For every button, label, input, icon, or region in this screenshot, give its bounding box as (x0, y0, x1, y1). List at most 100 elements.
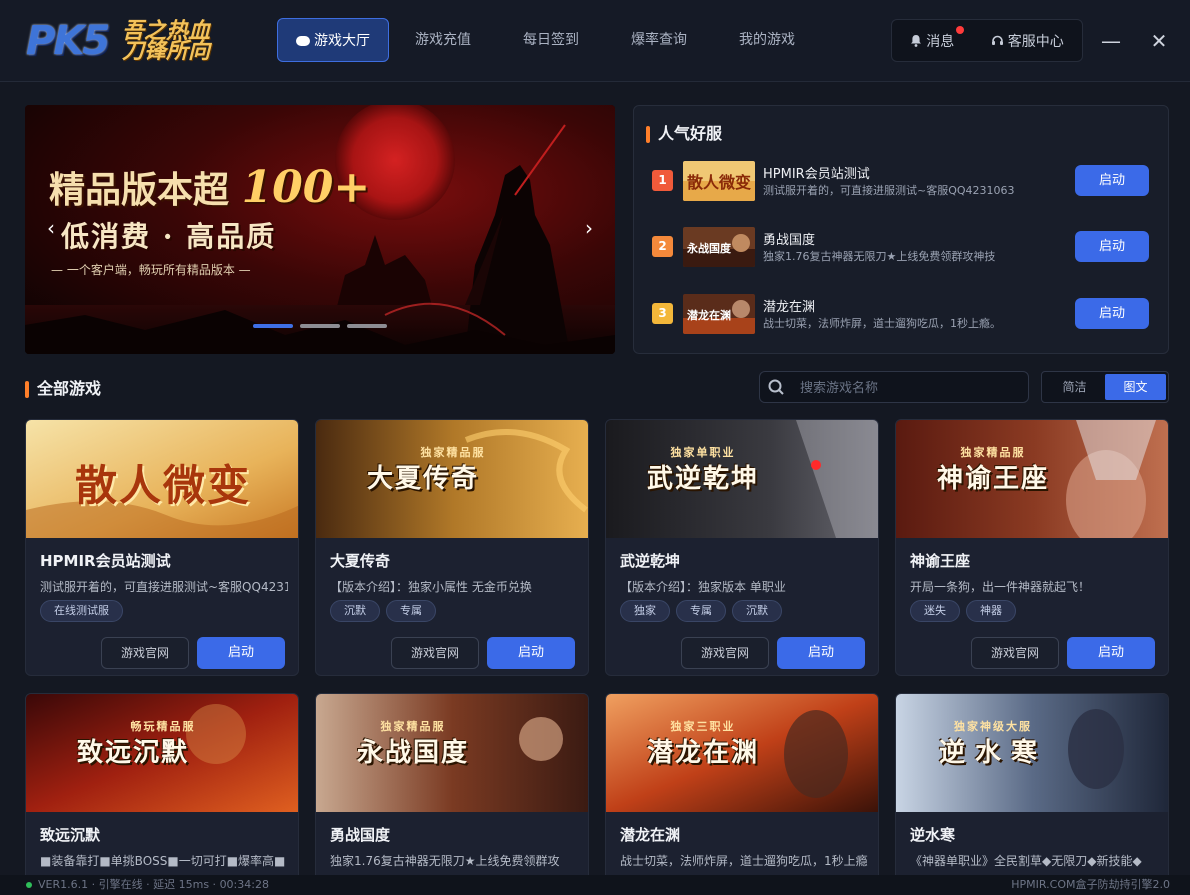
banner-headline: 精品版本超 100+ (49, 161, 370, 213)
thumb-art: 散人微变 (683, 161, 755, 201)
status-engine: 引擎在线 (98, 878, 143, 891)
view-simple-option[interactable]: 简洁 (1044, 374, 1105, 400)
unread-badge (956, 26, 964, 34)
section-marker (646, 126, 650, 143)
cover-title: 潜龙在渊 (646, 738, 759, 768)
game-cover[interactable]: 独家精品服 大夏传奇 (316, 420, 588, 538)
game-tag: 独家 (620, 600, 670, 622)
game-name: 潜龙在渊 (620, 826, 681, 844)
all-games-title-text: 全部游戏 (37, 379, 102, 398)
banner-dot[interactable] (300, 324, 340, 328)
status-latency: 延迟 15ms (153, 878, 210, 891)
top-bar: PK5 吾之热血 刀锋所向 游戏大厅 游戏充值 每日签到 爆率查询 我的游戏 消… (0, 0, 1190, 82)
official-site-button[interactable]: 游戏官网 (391, 637, 479, 669)
search-box (759, 371, 1029, 403)
logo: PK5 吾之热血 刀锋所向 (26, 18, 226, 66)
game-card: 散人微变 HPMIR会员站测试 测试服开着的，可直接进服测试~客服QQ42310… (25, 419, 299, 676)
server-desc: 战士切菜，法师炸屏，道士遛狗吃瓜，1秒上瘾。 (763, 317, 1001, 330)
logo-slogan: 吾之热血 刀锋所向 (122, 19, 211, 64)
launch-button[interactable]: 启动 (1075, 231, 1149, 262)
game-cover[interactable]: 畅玩精品服 致远沉默 (26, 694, 298, 812)
game-desc: ■装备靠打■单挑BOSS■一切可打■爆率高■ (40, 854, 286, 868)
game-name: 逆水寒 (910, 826, 956, 844)
popular-servers-panel: 人气好服 1 散人微变 HPMIR会员站测试 测试服开着的，可直接进服测试~客服… (633, 105, 1169, 354)
game-card: 独家精品服 大夏传奇 大夏传奇 【版本介绍】：独家小属性 无金币兑换 沉默 专属 … (315, 419, 589, 676)
tag-list: 在线测试服 (40, 600, 123, 622)
svg-text:散人微变: 散人微变 (687, 173, 751, 192)
launch-button[interactable]: 启动 (777, 637, 865, 669)
banner-carousel[interactable]: 精品版本超 100+ 低消费 · 高品质 — 一个客户端，畅玩所有精品版本 — … (25, 105, 615, 354)
nav-tab-checkin[interactable]: 每日签到 (497, 18, 605, 62)
nav-label: 游戏大厅 (314, 33, 370, 49)
cover-title: 散人微变 (74, 461, 251, 510)
official-site-button[interactable]: 游戏官网 (971, 637, 1059, 669)
logo-brand: PK5 (26, 18, 110, 64)
game-card: 独家精品服 神谕王座 神谕王座 开局一条狗，出一件神器就起飞！ 迷失 神器 游戏官… (895, 419, 1169, 676)
game-name: 致远沉默 (40, 826, 101, 844)
game-cover[interactable]: 散人微变 (26, 420, 298, 538)
tag-list: 沉默 专属 (330, 600, 436, 622)
banner-prev-arrow[interactable]: ‹ (41, 213, 61, 243)
launch-button[interactable]: 启动 (197, 637, 285, 669)
official-site-button[interactable]: 游戏官网 (681, 637, 769, 669)
game-cover[interactable]: 独家精品服 永战国度 (316, 694, 588, 812)
minimize-button[interactable]: — (1096, 26, 1126, 56)
banner-tagline: — 一个客户端，畅玩所有精品版本 — (51, 263, 251, 277)
nav-tab-recharge[interactable]: 游戏充值 (389, 18, 497, 62)
game-tag: 沉默 (330, 600, 380, 622)
game-card: 畅玩精品服 致远沉默 致远沉默 ■装备靠打■单挑BOSS■一切可打■爆率高■ (25, 693, 299, 883)
launch-button[interactable]: 启动 (1075, 298, 1149, 329)
game-desc: 【版本介绍】：独家小属性 无金币兑换 (330, 580, 532, 594)
game-tag: 神器 (966, 600, 1016, 622)
messages-button[interactable]: 消息 (910, 31, 954, 51)
cover-title: 致远沉默 (76, 738, 189, 768)
game-tag: 沉默 (732, 600, 782, 622)
banner-pagination (253, 324, 387, 328)
launch-button[interactable]: 启动 (1075, 165, 1149, 196)
nav-tab-mygames[interactable]: 我的游戏 (713, 18, 821, 62)
server-thumbnail[interactable]: 散人微变 (683, 161, 755, 201)
rank-badge: 3 (652, 303, 673, 324)
support-button[interactable]: 客服中心 (991, 31, 1064, 51)
svg-text:潜龙在渊: 潜龙在渊 (687, 308, 731, 322)
search-input[interactable] (800, 377, 1020, 399)
server-name: 勇战国度 (763, 233, 816, 248)
game-desc: 独家1.76复古神器无限刀★上线免费领群攻 (330, 854, 560, 868)
game-cover[interactable]: 独家精品服 神谕王座 (896, 420, 1168, 538)
game-desc: 测试服开着的，可直接进服测试~客服QQ4231063 (40, 580, 288, 594)
game-tag: 专属 (676, 600, 726, 622)
nav-tab-lobby[interactable]: 游戏大厅 (277, 18, 389, 62)
official-site-button[interactable]: 游戏官网 (101, 637, 189, 669)
banner-next-arrow[interactable]: › (579, 213, 599, 243)
main-nav: 游戏大厅 游戏充值 每日签到 爆率查询 我的游戏 (277, 18, 821, 62)
view-rich-option[interactable]: 图文 (1105, 374, 1166, 400)
popular-row: 1 散人微变 HPMIR会员站测试 测试服开着的，可直接进服测试~客服QQ423… (652, 159, 1152, 203)
banner-headline-text: 精品版本超 (49, 169, 230, 211)
all-games-title: 全部游戏 (25, 375, 101, 399)
nav-tab-droprate[interactable]: 爆率查询 (605, 18, 713, 62)
banner-headline-number: 100+ (241, 162, 371, 213)
game-card: 独家三职业 潜龙在渊 潜龙在渊 战士切菜，法师炸屏，道士遛狗吃瓜，1秒上瘾。 (605, 693, 879, 883)
close-button[interactable]: ✕ (1144, 26, 1174, 56)
server-name: 潜龙在渊 (763, 300, 816, 315)
game-cover[interactable]: 独家三职业 潜龙在渊 (606, 694, 878, 812)
section-marker (25, 381, 29, 398)
launch-button[interactable]: 启动 (487, 637, 575, 669)
launch-button[interactable]: 启动 (1067, 637, 1155, 669)
cover-title: 武逆乾坤 (646, 464, 759, 494)
rank-badge: 1 (652, 170, 673, 191)
banner-dot[interactable] (253, 324, 293, 328)
game-desc: 《神器单职业》全民割草◆无限刀◆新技能◆ (910, 854, 1142, 868)
server-thumbnail[interactable]: 潜龙在渊 (683, 294, 755, 334)
popular-title-text: 人气好服 (658, 124, 723, 143)
status-bar: VER1.6.1 · 引擎在线 · 延迟 15ms · 00:34:28 HPM… (0, 875, 1190, 895)
banner-dot[interactable] (347, 324, 387, 328)
game-name: 勇战国度 (330, 826, 391, 844)
popular-title: 人气好服 (646, 120, 722, 144)
game-cover[interactable]: 独家单职业 武逆乾坤 (606, 420, 878, 538)
cover-title: 大夏传奇 (366, 464, 479, 494)
game-cover[interactable]: 独家神级大服 逆水寒 (896, 694, 1168, 812)
headset-icon (991, 35, 1003, 45)
banner-subheadline: 低消费 · 高品质 (61, 220, 277, 253)
server-thumbnail[interactable]: 永战国度 (683, 227, 755, 267)
